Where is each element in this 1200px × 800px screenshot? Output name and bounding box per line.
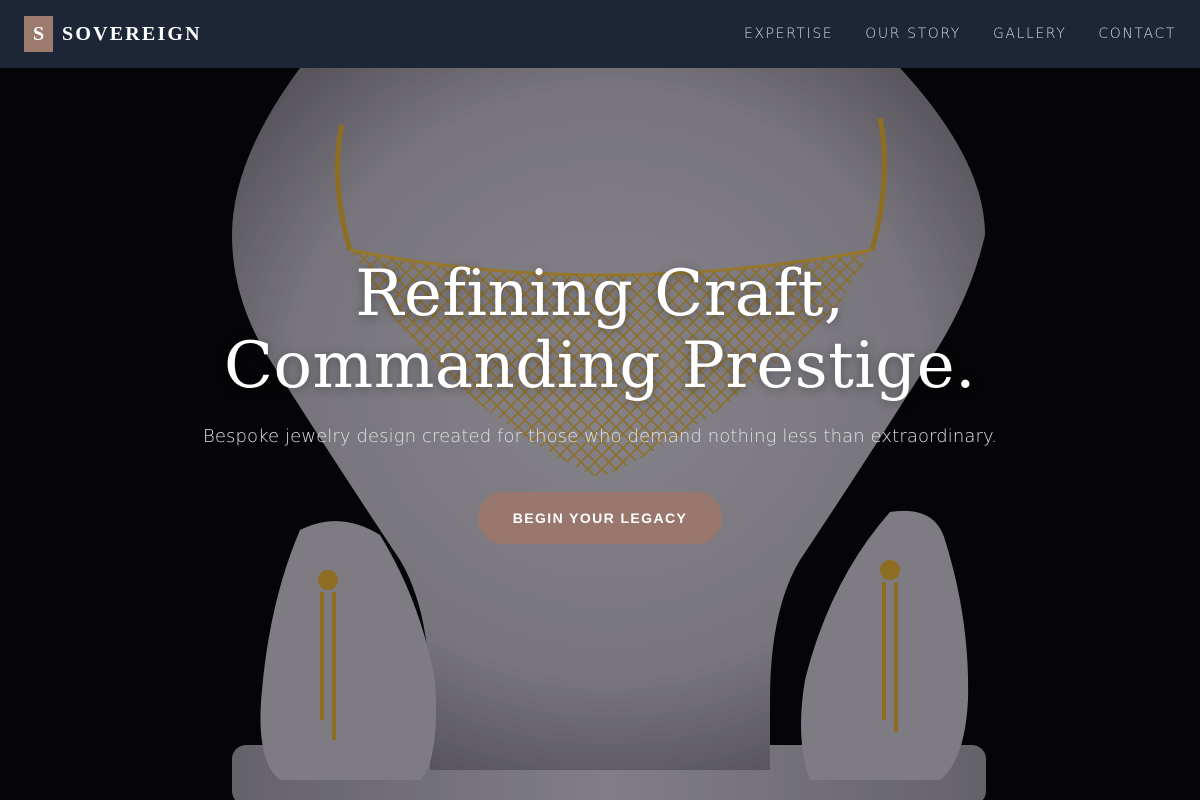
hero-section: Refining Craft, Commanding Prestige. Bes… — [0, 68, 1200, 800]
brand-logo[interactable]: S SOVEREIGN — [24, 16, 202, 52]
hero-subtitle: Bespoke jewelry design created for those… — [202, 426, 998, 447]
brand-name: SOVEREIGN — [62, 22, 202, 45]
hero-title-line-2: Commanding Prestige. — [224, 329, 976, 403]
hero-title-line-1: Refining Craft, — [355, 257, 845, 331]
site-header: S SOVEREIGN EXPERTISE OUR STORY GALLERY … — [0, 0, 1200, 68]
nav-link-expertise[interactable]: EXPERTISE — [744, 26, 833, 42]
begin-your-legacy-button[interactable]: BEGIN YOUR LEGACY — [478, 492, 722, 544]
main-nav: EXPERTISE OUR STORY GALLERY CONTACT — [712, 26, 1176, 42]
nav-link-gallery[interactable]: GALLERY — [993, 26, 1066, 42]
nav-link-our-story[interactable]: OUR STORY — [865, 26, 961, 42]
logo-mark: S — [24, 16, 53, 52]
nav-link-contact[interactable]: CONTACT — [1098, 26, 1176, 42]
hero-title: Refining Craft, Commanding Prestige. — [0, 258, 1200, 402]
